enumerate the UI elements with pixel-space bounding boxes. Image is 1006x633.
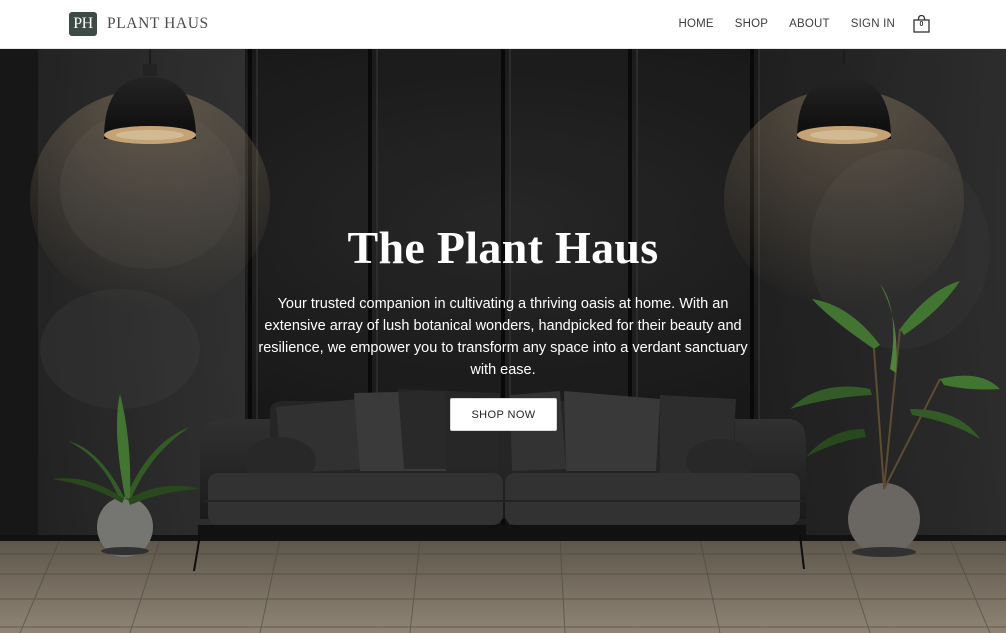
cart-button[interactable]: 0: [913, 15, 930, 33]
site-header: PH PLANT HAUS HOME SHOP ABOUT SIGN IN 0: [0, 0, 1006, 49]
hero-description: Your trusted companion in cultivating a …: [258, 296, 748, 378]
logo-badge: PH: [69, 12, 97, 36]
nav-shop[interactable]: SHOP: [735, 18, 768, 30]
hero-content: The Plant Haus Your trusted companion in…: [0, 49, 1006, 633]
hero-title: The Plant Haus: [347, 222, 659, 273]
nav-home[interactable]: HOME: [678, 18, 713, 30]
cart-count: 0: [919, 21, 924, 28]
main-nav: HOME SHOP ABOUT SIGN IN 0: [678, 0, 930, 48]
nav-about[interactable]: ABOUT: [789, 18, 830, 30]
brand-logo[interactable]: PH PLANT HAUS: [69, 12, 209, 36]
hero-section: The Plant Haus Your trusted companion in…: [0, 49, 1006, 633]
shop-now-button[interactable]: SHOP NOW: [450, 398, 557, 431]
nav-sign-in[interactable]: SIGN IN: [851, 18, 895, 30]
brand-name: PLANT HAUS: [107, 15, 209, 32]
